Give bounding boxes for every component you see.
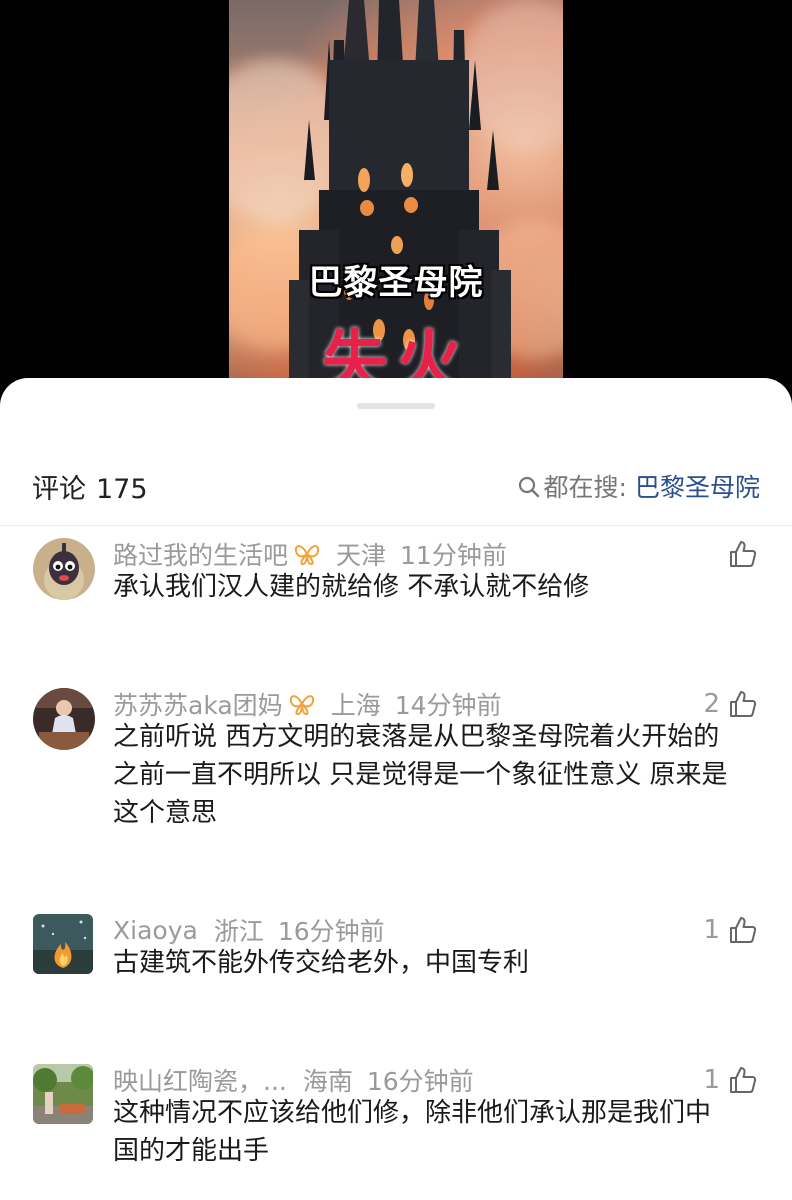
comment-text: 之前听说 西方文明的衰落是从巴黎圣母院着火开始的 之前一直不明所以 只是觉得是一… (113, 718, 773, 832)
comment-username[interactable]: Xiaoya (113, 916, 198, 945)
comments-sheet: 评论 175 都在搜: 巴黎圣母院 路过我的生活吧 天津 11分钟前 承认我们汉… (0, 378, 792, 1200)
comment-time: 11分钟前 (400, 541, 507, 570)
comment-text-line: 国的才能出手 (113, 1136, 270, 1166)
comments-count: 175 (96, 473, 148, 505)
comment-time: 16分钟前 (366, 1067, 474, 1096)
butterfly-badge-icon (289, 692, 315, 716)
video-title-overlay: 巴黎圣母院 (308, 263, 484, 303)
fire-avatar-icon (33, 914, 93, 974)
thumbs-up-icon (730, 917, 757, 943)
comment-location: 天津 (336, 541, 387, 570)
avatar[interactable] (33, 688, 95, 750)
comment-time: 14分钟前 (394, 691, 502, 720)
comment-text: 这种情况不应该给他们修，除非他们承认那是我们中 国的才能出手 (113, 1094, 773, 1170)
comment-text-line: 承认我们汉人建的就给修 不承认就不给修 (113, 572, 590, 602)
like-count: 2 (703, 689, 720, 719)
cartoon-avatar-icon (33, 538, 95, 600)
thumbs-up-icon (730, 541, 757, 567)
like-count: 1 (703, 915, 720, 945)
comment-username[interactable]: 苏苏苏aka团妈 (113, 686, 283, 722)
outdoor-avatar-icon (33, 1064, 93, 1124)
comment-location: 浙江 (213, 917, 264, 946)
avatar[interactable] (33, 538, 95, 600)
comment-text: 古建筑不能外传交给老外，中国专利 (113, 944, 773, 982)
video-frame[interactable]: 巴黎圣母院 失火 (229, 0, 563, 400)
comments-label: 评论 (32, 473, 86, 505)
photo-avatar-icon (33, 688, 95, 750)
hot-search-term[interactable]: 巴黎圣母院 (635, 468, 760, 504)
avatar[interactable] (33, 914, 93, 974)
hot-search-prefix: 都在搜: (543, 473, 627, 502)
drag-handle[interactable] (357, 403, 435, 409)
thumbs-up-icon (730, 691, 757, 717)
comment-text-line: 之前一直不明所以 只是觉得是一个象征性意义 原来是 (113, 760, 728, 790)
comment-text-line: 这种情况不应该给他们修，除非他们承认那是我们中 (113, 1098, 712, 1128)
comment-location: 上海 (330, 691, 381, 720)
comment-text-line: 之前听说 西方文明的衰落是从巴黎圣母院着火开始的 (113, 722, 720, 752)
comment-text-line: 这个意思 (113, 798, 218, 828)
comment-time: 16分钟前 (277, 917, 385, 946)
comments-header: 评论 175 都在搜: 巴黎圣母院 (0, 458, 792, 514)
video-player[interactable]: 巴黎圣母院 失火 (0, 0, 792, 400)
avatar[interactable] (33, 1064, 93, 1124)
butterfly-badge-icon (294, 542, 320, 566)
comments-title: 评论 175 (32, 467, 148, 506)
comment-text: 承认我们汉人建的就给修 不承认就不给修 (113, 568, 773, 606)
comment-username[interactable]: 映山红陶瓷，... (113, 1062, 287, 1098)
hot-search-link[interactable]: 都在搜: 巴黎圣母院 (518, 468, 760, 504)
comment-text-line: 古建筑不能外传交给老外，中国专利 (113, 948, 530, 978)
like-count: 1 (703, 1065, 720, 1095)
thumbs-up-icon (730, 1067, 757, 1093)
divider (0, 525, 792, 526)
search-icon (518, 475, 540, 498)
comment-username[interactable]: 路过我的生活吧 (113, 536, 288, 572)
comment-location: 海南 (302, 1067, 353, 1096)
